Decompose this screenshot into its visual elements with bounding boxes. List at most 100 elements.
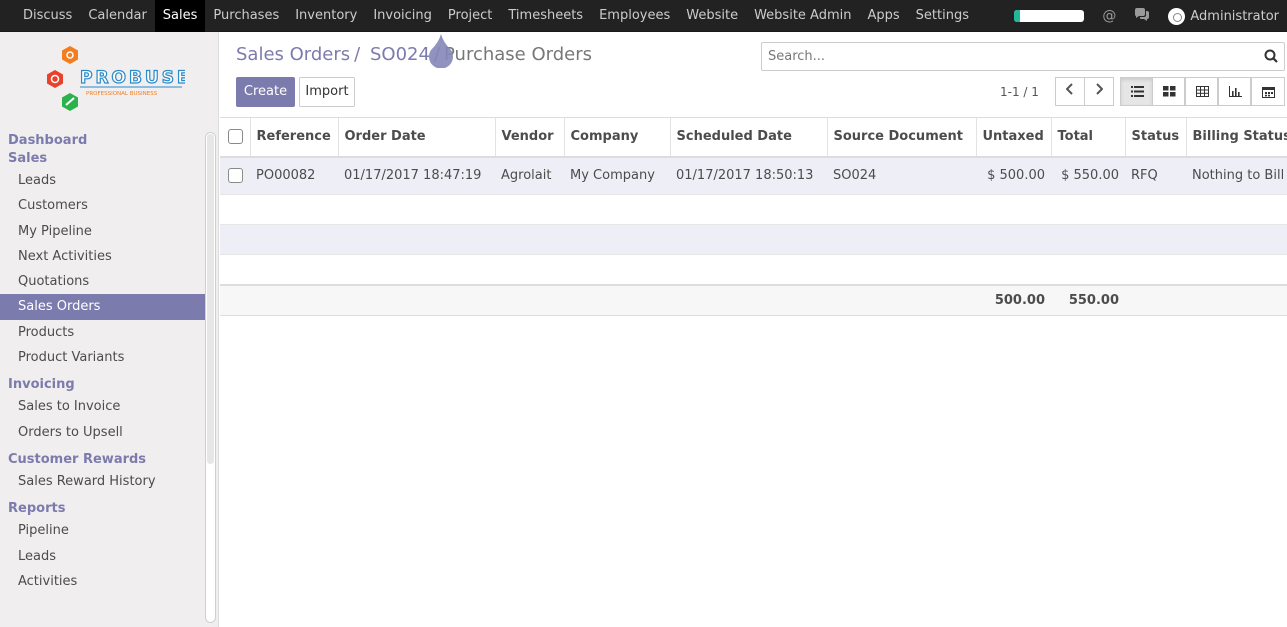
empty-cell: [495, 254, 564, 285]
pager-value[interactable]: 1-1 / 1: [1000, 85, 1039, 99]
progress-indicator[interactable]: [1014, 10, 1085, 22]
app-menu-calendar[interactable]: Calendar: [80, 0, 154, 32]
kanban-icon: [1163, 86, 1176, 97]
column-header-total[interactable]: Total: [1050, 117, 1125, 158]
import-button[interactable]: Import: [299, 77, 355, 107]
empty-cell: [220, 194, 250, 225]
breadcrumb-item-so024[interactable]: SO024: [370, 44, 430, 65]
sidebar-item-sales-reward-history[interactable]: Sales Reward History: [0, 469, 205, 494]
empty-cell: [220, 254, 250, 285]
cell-reference: PO00082: [250, 156, 338, 195]
empty-row: [220, 224, 1287, 255]
kanban-view-button[interactable]: [1152, 77, 1185, 106]
sidebar: PROBUSE PROFESSIONAL BUSINESS Dashboard S…: [0, 32, 219, 627]
sidebar-item-quotations[interactable]: Quotations: [0, 269, 205, 294]
app-menu-apps[interactable]: Apps: [859, 0, 907, 32]
empty-cell: [976, 194, 1051, 225]
sidebar-scrollbar[interactable]: [205, 132, 216, 623]
column-header-reference[interactable]: Reference: [249, 117, 338, 158]
pivot-view-button[interactable]: [1185, 77, 1218, 106]
column-header-source-document[interactable]: Source Document: [826, 117, 976, 158]
sidebar-section-sales[interactable]: Sales: [0, 150, 205, 168]
sidebar-item-sales-orders[interactable]: Sales Orders: [0, 294, 205, 320]
column-header-order-date[interactable]: Order Date: [337, 117, 495, 158]
progress-fill: [1014, 10, 1020, 22]
sidebar-item-leads[interactable]: Leads: [0, 168, 205, 193]
empty-cell: [670, 194, 827, 225]
calendar-view-button[interactable]: [1251, 77, 1285, 106]
totals-cell: [250, 283, 338, 316]
pager-previous-button[interactable]: [1055, 77, 1085, 106]
app-menu-timesheets[interactable]: Timesheets: [500, 0, 591, 32]
empty-cell: [827, 194, 976, 225]
empty-cell: [338, 254, 495, 285]
sidebar-item-customers[interactable]: Customers: [0, 193, 205, 218]
app-menu-inventory[interactable]: Inventory: [287, 0, 365, 32]
sidebar-section-dashboard[interactable]: Dashboard: [0, 132, 205, 150]
sidebar-item-activities[interactable]: Activities: [0, 569, 205, 594]
chevron-left-icon: [1065, 83, 1073, 95]
app-menu-settings[interactable]: Settings: [908, 0, 977, 32]
empty-cell: [250, 224, 338, 255]
empty-cell: [1051, 224, 1125, 255]
cell-total: $ 550.00: [1051, 156, 1125, 195]
empty-cell: [670, 224, 827, 255]
list-view-button[interactable]: [1120, 77, 1153, 106]
column-header-untaxed[interactable]: Untaxed: [975, 117, 1051, 158]
sidebar-item-leads[interactable]: Leads: [0, 544, 205, 569]
app-menu-employees[interactable]: Employees: [591, 0, 678, 32]
pager-next-button[interactable]: [1084, 77, 1114, 106]
sidebar-item-sales-to-invoice[interactable]: Sales to Invoice: [0, 394, 205, 419]
sidebar-section-customer-rewards[interactable]: Customer Rewards: [0, 451, 205, 469]
user-menu[interactable]: Administrator: [1168, 7, 1279, 25]
create-button[interactable]: Create: [236, 77, 295, 107]
page-title: Purchase Orders: [444, 44, 593, 65]
sidebar-item-next-activities[interactable]: Next Activities: [0, 244, 205, 269]
sidebar-item-product-variants[interactable]: Product Variants: [0, 345, 205, 370]
at-mention-icon[interactable]: @: [1102, 8, 1116, 24]
graph-view-button[interactable]: [1218, 77, 1251, 106]
search-input[interactable]: [762, 43, 1242, 70]
empty-cell: [220, 224, 250, 255]
empty-cell: [976, 254, 1051, 285]
row-checkbox[interactable]: [228, 168, 243, 184]
chat-bubbles-icon[interactable]: [1134, 7, 1150, 25]
empty-cell: [1125, 224, 1186, 255]
empty-cell: [564, 224, 670, 255]
cell-untaxed: $ 500.00: [976, 156, 1051, 195]
app-menu-project[interactable]: Project: [440, 0, 500, 32]
sidebar-section-invoicing[interactable]: Invoicing: [0, 376, 205, 394]
empty-cell: [1186, 194, 1287, 225]
app-menu-purchases[interactable]: Purchases: [205, 0, 287, 32]
column-header-company[interactable]: Company: [563, 117, 670, 158]
app-menu-sales[interactable]: Sales: [154, 0, 206, 32]
app-menu-invoicing[interactable]: Invoicing: [365, 0, 440, 32]
sidebar-item-products[interactable]: Products: [0, 320, 205, 345]
table-row[interactable]: PO00082 01/17/2017 18:47:19 Agrolait My Com…: [220, 156, 1287, 195]
column-header-scheduled-date[interactable]: Scheduled Date: [669, 117, 827, 158]
scrollbar-thumb[interactable]: [207, 134, 214, 464]
search-icon[interactable]: [1264, 49, 1278, 63]
bar-chart-icon: [1229, 86, 1242, 97]
app-menu-website[interactable]: Website: [678, 0, 746, 32]
app-menu-discuss[interactable]: Discuss: [15, 0, 80, 32]
column-header-status[interactable]: Status: [1124, 117, 1186, 158]
sidebar-item-pipeline[interactable]: Pipeline: [0, 518, 205, 543]
column-header-billing-status[interactable]: Billing Status: [1185, 117, 1287, 158]
column-header-vendor[interactable]: Vendor: [494, 117, 564, 158]
list-icon: [1131, 86, 1144, 97]
empty-cell: [1125, 254, 1186, 285]
breadcrumb-item-sales-orders[interactable]: Sales Orders: [236, 44, 350, 65]
avatar: [1168, 7, 1186, 25]
empty-row: [220, 194, 1287, 225]
empty-row: [220, 254, 1287, 285]
select-all-checkbox[interactable]: [228, 129, 243, 145]
cell-order-date: 01/17/2017 18:47:19: [338, 156, 495, 195]
sidebar-section-reports[interactable]: Reports: [0, 500, 205, 518]
sidebar-item-my-pipeline[interactable]: My Pipeline: [0, 219, 205, 244]
chevron-right-icon: [1096, 83, 1104, 95]
app-menu-website-admin[interactable]: Website Admin: [746, 0, 859, 32]
cursor-drop-icon: [429, 34, 453, 68]
sidebar-item-orders-to-upsell[interactable]: Orders to Upsell: [0, 420, 205, 445]
totals-row: 500.00 550.00: [220, 283, 1287, 316]
